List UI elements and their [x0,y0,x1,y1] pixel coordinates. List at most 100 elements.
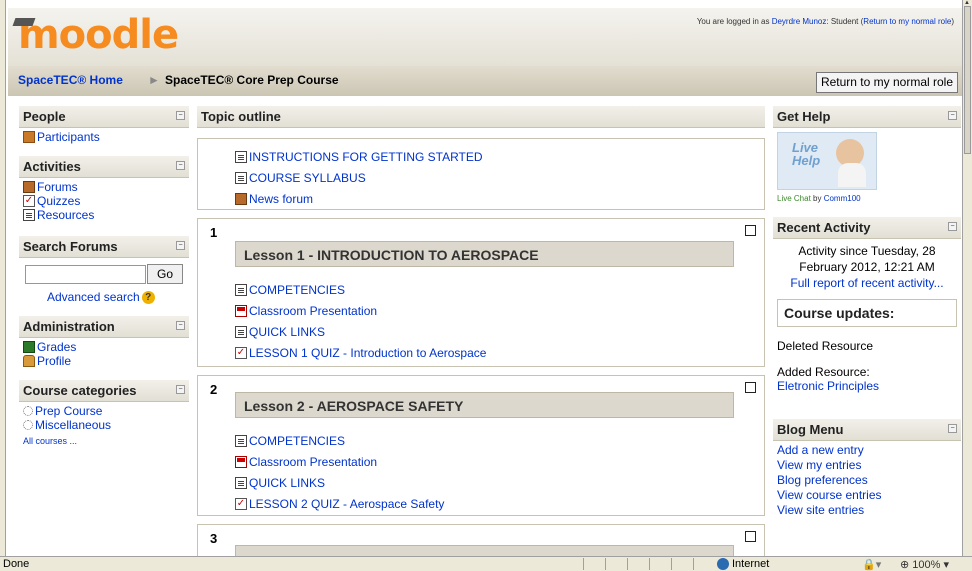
resource-icon [235,150,247,163]
login-role: : Student ( [826,17,864,26]
presentation-link[interactable]: Classroom Presentation [249,304,377,318]
miscellaneous-label[interactable]: Miscellaneous [35,418,111,432]
left-column: People − Participants Activities − Forums … [19,106,189,452]
category-icon [23,420,33,430]
grades-link[interactable]: Grades [23,340,189,354]
collapse-icon[interactable]: − [948,222,957,231]
profile-link[interactable]: Profile [23,354,189,368]
search-go-button[interactable]: Go [147,264,183,284]
protected-mode-icon[interactable]: 🔒▾ [862,558,881,571]
live-chat-credit: Live Chat by Comm100 [777,194,861,203]
add-entry-link[interactable]: Add a new entry [777,443,864,457]
collapse-icon[interactable]: − [176,321,185,330]
all-courses-link[interactable]: All courses ... [23,436,77,446]
quick-links-link[interactable]: QUICK LINKS [249,325,325,339]
section-checkbox[interactable] [745,531,756,542]
search-forums-input[interactable] [25,264,146,284]
forums-label[interactable]: Forums [37,180,78,194]
prep-course-label[interactable]: Prep Course [35,404,102,418]
quizzes-link[interactable]: ✓ Quizzes [23,194,189,208]
status-bar: Done Internet 🔒▾ ⊕ 100% ▾ [0,556,972,571]
instructions-link[interactable]: INSTRUCTIONS FOR GETTING STARTED [249,150,483,164]
user-name-link[interactable]: Deyrdre Munoz [772,17,827,26]
activity-since-text: Activity since Tuesday, 28 February 2012… [798,244,936,274]
resources-label[interactable]: Resources [37,208,94,222]
support-agent-icon [836,139,866,187]
section-2-list: COMPETENCIES Classroom Presentation QUIC… [198,430,764,514]
syllabus-link[interactable]: COURSE SYLLABUS [249,171,366,185]
scrollbar-thumb[interactable] [964,6,971,154]
recent-activity-body: Activity since Tuesday, 28 February 2012… [773,239,961,295]
list-item[interactable]: QUICK LINKS [235,321,764,342]
moodle-logo[interactable]: moodle [12,12,179,58]
people-title: People [23,109,66,124]
section-number: 3 [210,531,218,546]
collapse-icon[interactable]: − [176,111,185,120]
zoom-control[interactable]: ⊕ 100% ▾ [900,558,949,571]
list-item[interactable]: Classroom Presentation [235,451,764,472]
full-report-link[interactable]: Full report of recent activity... [790,276,943,290]
list-item[interactable]: News forum [235,188,764,209]
competencies-link[interactable]: COMPETENCIES [249,283,345,297]
collapse-icon[interactable]: − [948,111,957,120]
resource-icon [235,434,247,447]
deleted-resource-text: Deleted Resource [777,339,874,353]
administration-block: Grades Profile [19,338,189,374]
resources-link[interactable]: Resources [23,208,189,222]
profile-label[interactable]: Profile [37,354,71,368]
section-1-list: COMPETENCIES Classroom Presentation QUIC… [198,279,764,363]
breadcrumb-home-link[interactable]: SpaceTEC® Home [18,73,123,87]
login-prefix: You are logged in as [696,17,772,26]
view-course-entries-link[interactable]: View course entries [777,488,882,502]
security-zone[interactable]: Internet [717,558,769,570]
quiz-link[interactable]: LESSON 2 QUIZ - Aerospace Safety [249,497,444,511]
participants-label[interactable]: Participants [37,130,100,144]
pdf-icon [235,455,247,468]
list-item[interactable]: Classroom Presentation [235,300,764,321]
news-forum-link[interactable]: News forum [249,192,313,206]
zone-label: Internet [732,558,770,570]
added-resource-link[interactable]: Eletronic Principles [777,379,879,393]
return-to-normal-role-button[interactable]: Return to my normal role [815,72,958,93]
quick-links-link[interactable]: QUICK LINKS [249,476,325,490]
collapse-icon[interactable]: − [176,161,185,170]
live-help-image[interactable]: Live Help [777,132,877,190]
section-checkbox[interactable] [745,225,756,236]
advanced-search-link[interactable]: Advanced search [47,290,140,304]
quiz-link[interactable]: LESSON 1 QUIZ - Introduction to Aerospac… [249,346,486,360]
participants-link[interactable]: Participants [23,130,189,144]
resource-icon [235,476,247,489]
search-row: Go [25,264,189,284]
competencies-link[interactable]: COMPETENCIES [249,434,345,448]
list-item[interactable]: ✓ LESSON 2 QUIZ - Aerospace Safety [235,493,764,514]
help-icon[interactable]: ? [141,290,155,304]
presentation-link[interactable]: Classroom Presentation [249,455,377,469]
section-title: Lesson 2 - AEROSPACE SAFETY [235,392,734,418]
globe-icon [717,558,729,570]
grades-label[interactable]: Grades [37,340,76,354]
view-site-entries-link[interactable]: View site entries [777,503,864,517]
pdf-icon [235,304,247,317]
login-suffix: ) [951,17,954,26]
collapse-icon[interactable]: − [948,424,957,433]
category-miscellaneous[interactable]: Miscellaneous [23,418,189,432]
section-checkbox[interactable] [745,382,756,393]
list-item[interactable]: COURSE SYLLABUS [235,167,764,188]
blog-preferences-link[interactable]: Blog preferences [777,473,868,487]
view-my-entries-link[interactable]: View my entries [777,458,861,472]
list-item[interactable]: QUICK LINKS [235,472,764,493]
quizzes-label[interactable]: Quizzes [37,194,80,208]
return-role-link[interactable]: Return to my normal role [863,17,951,26]
course-updates-heading: Course updates: [777,299,957,327]
list-item[interactable]: COMPETENCIES [235,279,764,300]
list-item[interactable]: COMPETENCIES [235,430,764,451]
list-item[interactable]: INSTRUCTIONS FOR GETTING STARTED [235,146,764,167]
collapse-icon[interactable]: − [176,385,185,394]
comm100-link[interactable]: Comm100 [824,194,861,203]
collapse-icon[interactable]: − [176,241,185,250]
breadcrumb: SpaceTEC® Home ► SpaceTEC® Core Prep Cou… [8,66,962,96]
vertical-scrollbar[interactable]: ▲ [962,0,972,556]
list-item[interactable]: ✓ LESSON 1 QUIZ - Introduction to Aerospa… [235,342,764,363]
forums-link[interactable]: Forums [23,180,189,194]
category-prep-course[interactable]: Prep Course [23,404,189,418]
